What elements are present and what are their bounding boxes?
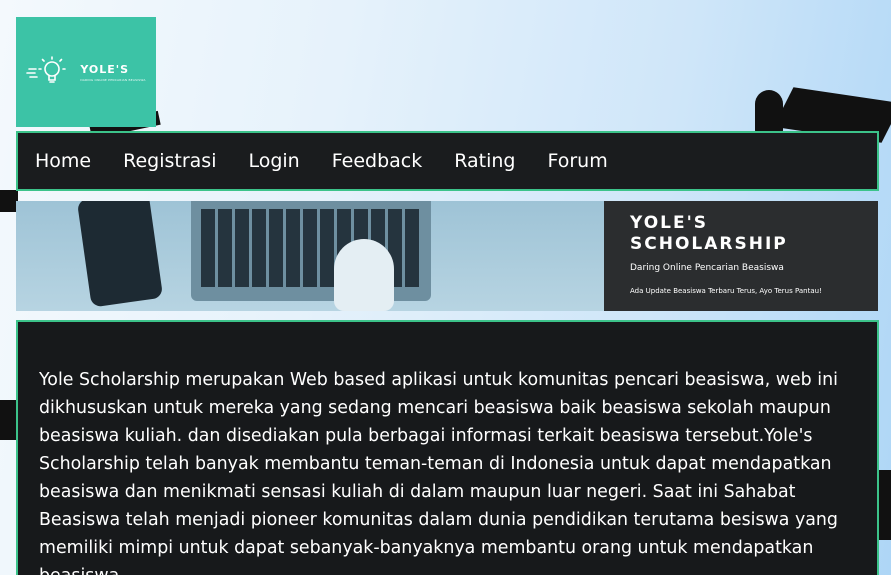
nav-item-login[interactable]: Login	[248, 150, 299, 172]
hand-image	[334, 239, 394, 311]
nav-item-registrasi[interactable]: Registrasi	[123, 150, 216, 172]
nav-item-forum[interactable]: Forum	[547, 150, 607, 172]
banner-title-line1: YOLE'S	[630, 213, 709, 233]
logo-subtitle: DARING ONLINE PENCARIAN BEASISWA	[80, 77, 146, 82]
banner-text-panel: YOLE'S SCHOLARSHIP Daring Online Pencari…	[604, 201, 878, 311]
main-navbar: Home Registrasi Login Feedback Rating Fo…	[16, 131, 879, 191]
banner-title-line2: SCHOLARSHIP	[630, 234, 788, 254]
about-panel: Yole Scholarship merupakan Web based apl…	[16, 320, 879, 575]
banner-note: Ada Update Beasiswa Terbaru Terus, Ayo T…	[630, 287, 822, 295]
logo-title: YOLE'S	[80, 62, 130, 76]
nav-item-feedback[interactable]: Feedback	[332, 150, 422, 172]
laptop-keyboard-image	[191, 201, 431, 301]
banner-subtitle: Daring Online Pencarian Beasiswa	[630, 263, 784, 273]
lightbulb-icon	[26, 56, 67, 83]
site-logo[interactable]: YOLE'S DARING ONLINE PENCARIAN BEASISWA	[16, 17, 156, 127]
banner-photo	[16, 201, 604, 311]
nav-item-rating[interactable]: Rating	[454, 150, 515, 172]
hero-banner: YOLE'S SCHOLARSHIP Daring Online Pencari…	[16, 201, 878, 311]
phone-image	[76, 201, 164, 308]
about-text: Yole Scholarship merupakan Web based apl…	[39, 370, 838, 575]
nav-item-home[interactable]: Home	[35, 150, 91, 172]
